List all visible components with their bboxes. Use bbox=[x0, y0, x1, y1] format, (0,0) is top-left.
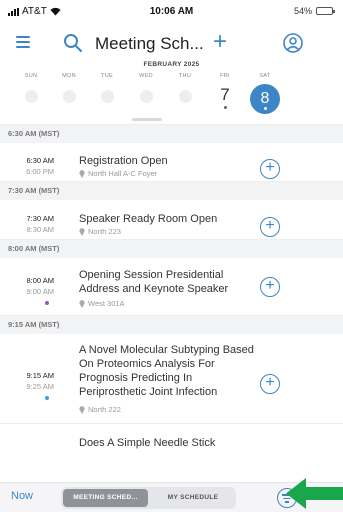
has-events-dot bbox=[223, 106, 227, 109]
day-placeholder[interactable] bbox=[100, 90, 114, 103]
event-location-text: North Hall A-C Foyer bbox=[88, 169, 158, 178]
event-row[interactable]: 7:30 AM 8:30 AM Speaker Ready Room Open … bbox=[0, 200, 343, 240]
status-right: 54% bbox=[293, 6, 335, 16]
annotation-arrow-icon bbox=[286, 478, 343, 509]
now-button[interactable]: Now bbox=[11, 490, 33, 502]
week-strip: SUN MON TUE WED THU FRI 7 SAT 8 bbox=[0, 73, 343, 114]
day-name: SAT bbox=[259, 73, 271, 79]
location-pin-icon bbox=[79, 405, 85, 414]
schedule-toggle: MEETING SCHED... MY SCHEDULE bbox=[61, 487, 236, 509]
event-row[interactable]: 6:30 AM 6:00 PM Registration Open North … bbox=[0, 143, 343, 182]
month-label: FEBRUARY 2025 bbox=[143, 61, 200, 68]
day-placeholder[interactable] bbox=[24, 90, 38, 103]
track-dot bbox=[45, 301, 49, 305]
battery-percent: 54% bbox=[293, 6, 312, 16]
day-thu[interactable]: THU bbox=[165, 73, 205, 103]
event-times: 6:30 AM 6:00 PM bbox=[8, 156, 54, 176]
day-sat[interactable]: SAT 8 bbox=[245, 73, 285, 118]
drag-handle[interactable] bbox=[132, 118, 162, 121]
event-title[interactable]: Does A Simple Needle Stick bbox=[79, 436, 259, 450]
event-times: 7:30 AM 8:30 AM bbox=[8, 214, 54, 234]
section-header: 9:15 AM (MST) bbox=[0, 316, 343, 334]
section-header: 7:30 AM (MST) bbox=[0, 182, 343, 200]
status-bar: AT&T 10:06 AM 54% bbox=[0, 0, 343, 22]
location-pin-icon bbox=[79, 169, 85, 178]
status-time: 10:06 AM bbox=[149, 6, 194, 17]
event-row[interactable]: 8:00 AM 9:00 AM Opening Session Presiden… bbox=[0, 258, 343, 316]
section-header: 8:00 AM (MST) bbox=[0, 240, 343, 258]
day-name: WED bbox=[139, 73, 153, 79]
location-pin-icon bbox=[79, 299, 85, 308]
event-location: North 223 bbox=[79, 227, 121, 236]
event-title[interactable]: Speaker Ready Room Open bbox=[79, 212, 259, 226]
event-end: 6:00 PM bbox=[26, 167, 54, 176]
day-name: MON bbox=[62, 73, 76, 79]
event-start: 6:30 AM bbox=[26, 156, 54, 165]
add-to-schedule-button[interactable]: + bbox=[260, 277, 280, 297]
day-name: THU bbox=[178, 73, 192, 79]
tab-meeting-schedule[interactable]: MEETING SCHED... bbox=[63, 489, 148, 507]
day-mon[interactable]: MON bbox=[49, 73, 89, 103]
location-pin-icon bbox=[79, 227, 85, 236]
section-header: 6:30 AM (MST) bbox=[0, 125, 343, 143]
menu-icon[interactable] bbox=[14, 32, 36, 54]
event-start: 8:00 AM bbox=[26, 276, 54, 285]
day-placeholder[interactable] bbox=[178, 90, 192, 103]
event-title[interactable]: Opening Session Presidential Address and… bbox=[79, 268, 259, 296]
add-to-schedule-button[interactable]: + bbox=[260, 374, 280, 394]
track-dot bbox=[45, 396, 49, 400]
event-title[interactable]: Registration Open bbox=[79, 154, 259, 168]
event-end: 8:30 AM bbox=[26, 225, 54, 234]
tab-my-schedule[interactable]: MY SCHEDULE bbox=[153, 489, 233, 507]
profile-icon[interactable] bbox=[282, 32, 304, 54]
event-location: North 222 bbox=[79, 405, 121, 414]
day-name: TUE bbox=[101, 73, 113, 79]
event-location-text: North 222 bbox=[88, 405, 121, 414]
add-to-schedule-button[interactable]: + bbox=[260, 159, 280, 179]
day-placeholder[interactable] bbox=[62, 90, 76, 103]
event-location: North Hall A-C Foyer bbox=[79, 169, 157, 178]
event-row[interactable]: 9:15 AM 9:25 AM A Novel Molecular Subtyp… bbox=[0, 334, 343, 424]
has-events-dot bbox=[263, 107, 267, 110]
add-to-schedule-button[interactable]: + bbox=[260, 217, 280, 237]
day-number[interactable]: 7 bbox=[205, 85, 245, 105]
day-name: FRI bbox=[220, 73, 230, 79]
day-fri[interactable]: FRI 7 bbox=[205, 73, 245, 109]
event-location-text: West 301A bbox=[88, 299, 125, 308]
event-end: 9:00 AM bbox=[26, 287, 54, 296]
event-location-text: North 223 bbox=[88, 227, 121, 236]
search-icon[interactable] bbox=[62, 32, 84, 54]
day-placeholder[interactable] bbox=[139, 90, 153, 103]
add-icon[interactable]: + bbox=[209, 30, 231, 54]
battery-icon bbox=[316, 7, 335, 15]
event-end: 9:25 AM bbox=[26, 382, 54, 391]
event-row[interactable]: Does A Simple Needle Stick bbox=[0, 424, 343, 464]
day-tue[interactable]: TUE bbox=[87, 73, 127, 103]
event-location: West 301A bbox=[79, 299, 125, 308]
event-start: 7:30 AM bbox=[26, 214, 54, 223]
event-times: 9:15 AM 9:25 AM bbox=[8, 371, 54, 400]
page-title: Meeting Sch... bbox=[95, 34, 204, 53]
day-sun[interactable]: SUN bbox=[11, 73, 51, 103]
event-times: 8:00 AM 9:00 AM bbox=[8, 276, 54, 305]
day-wed[interactable]: WED bbox=[126, 73, 166, 103]
event-title[interactable]: A Novel Molecular Subtyping Based On Pro… bbox=[79, 343, 259, 399]
app-header: Meeting Sch... + bbox=[0, 28, 343, 60]
day-name: SUN bbox=[24, 73, 38, 79]
schedule-list[interactable]: 6:30 AM (MST) 6:30 AM 6:00 PM Registrati… bbox=[0, 124, 343, 482]
event-start: 9:15 AM bbox=[26, 371, 54, 380]
